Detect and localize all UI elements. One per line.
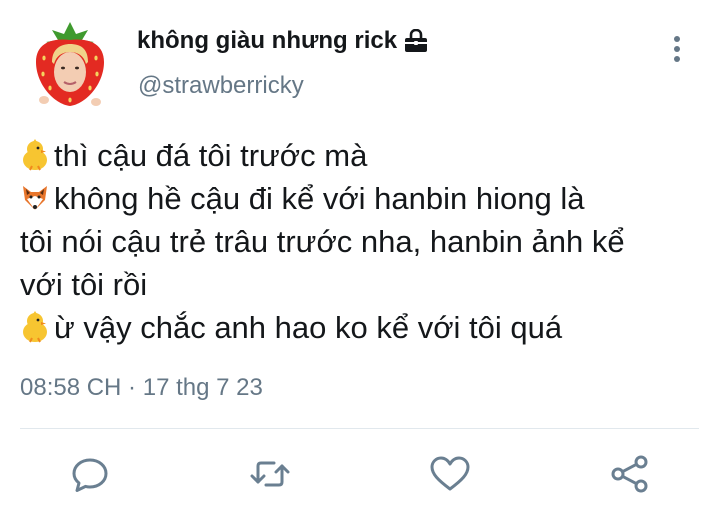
- tweet-line-text: ừ vậy chắc anh hao ko kể với tôi quá: [54, 310, 563, 345]
- tweet-line-text: với tôi rồi: [20, 267, 148, 302]
- display-name-text: không giàu nhưng rick: [137, 27, 398, 54]
- reply-button[interactable]: [68, 452, 112, 496]
- share-icon: [611, 455, 648, 493]
- reply-icon: [72, 458, 108, 492]
- avatar[interactable]: [30, 18, 110, 110]
- user-handle[interactable]: @strawberricky: [138, 72, 304, 100]
- lock-icon: [403, 28, 429, 53]
- more-options-icon[interactable]: [667, 34, 687, 66]
- retweet-button[interactable]: [248, 452, 292, 496]
- tweet-card: không giàu nhưng rick @strawberricky thì…: [0, 0, 719, 522]
- tweet-line: ừ vậy chắc anh hao ko kể với tôi quá: [20, 306, 710, 349]
- tweet-line: thì cậu đá tôi trước mà: [20, 134, 710, 177]
- display-name[interactable]: không giàu nhưng rick: [137, 27, 429, 55]
- tweet-timestamp[interactable]: 08:58 CH · 17 thg 7 23: [20, 374, 263, 402]
- retweet-icon: [250, 461, 290, 487]
- divider: [20, 428, 699, 429]
- fox-icon: [20, 182, 50, 214]
- tweet-line: với tôi rồi: [20, 263, 710, 306]
- tweet-line-text: tôi nói cậu trẻ trâu trước nha, hanbin ả…: [20, 224, 625, 259]
- like-icon: [430, 456, 470, 491]
- chick-icon: [20, 311, 50, 343]
- like-button[interactable]: [428, 452, 472, 496]
- tweet-line-text: thì cậu đá tôi trước mà: [54, 138, 368, 173]
- tweet-line-text: không hề cậu đi kể với hanbin hiong là: [54, 181, 585, 216]
- tweet-line: tôi nói cậu trẻ trâu trước nha, hanbin ả…: [20, 220, 710, 263]
- chick-icon: [20, 139, 50, 171]
- tweet-line: không hề cậu đi kể với hanbin hiong là: [20, 177, 710, 220]
- tweet-text: thì cậu đá tôi trước mà không hề cậu đi …: [20, 134, 710, 349]
- share-button[interactable]: [608, 452, 652, 496]
